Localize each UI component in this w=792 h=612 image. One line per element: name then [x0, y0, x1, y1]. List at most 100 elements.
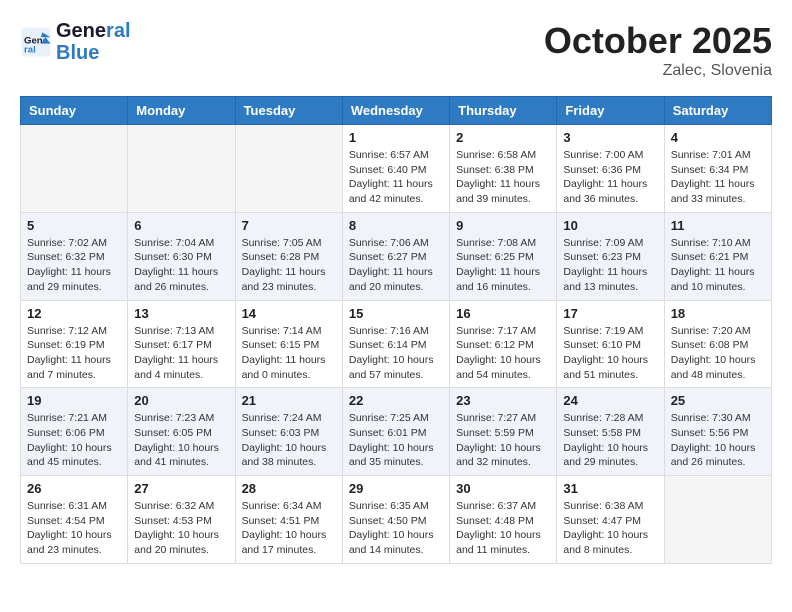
day-info: Sunrise: 7:24 AM Sunset: 6:03 PM Dayligh…: [242, 411, 336, 470]
day-info: Sunrise: 7:08 AM Sunset: 6:25 PM Dayligh…: [456, 236, 550, 295]
header: Gene ral General Blue October 2025 Zalec…: [20, 20, 772, 80]
day-number: 8: [349, 218, 443, 233]
day-number: 17: [563, 306, 657, 321]
calendar-header-sunday: Sunday: [21, 97, 128, 125]
day-number: 3: [563, 130, 657, 145]
day-number: 22: [349, 393, 443, 408]
day-info: Sunrise: 7:09 AM Sunset: 6:23 PM Dayligh…: [563, 236, 657, 295]
calendar-cell: 5 Sunrise: 7:02 AM Sunset: 6:32 PM Daylig…: [21, 212, 128, 300]
day-number: 10: [563, 218, 657, 233]
day-info: Sunrise: 7:23 AM Sunset: 6:05 PM Dayligh…: [134, 411, 228, 470]
day-info: Sunrise: 6:38 AM Sunset: 4:47 PM Dayligh…: [563, 499, 657, 558]
calendar-cell: 10 Sunrise: 7:09 AM Sunset: 6:23 PM Dayli…: [557, 212, 664, 300]
calendar-cell: 16Sunrise: 7:17 AM Sunset: 6:12 PM Dayli…: [450, 300, 557, 388]
title-block: October 2025 Zalec, Slovenia: [544, 20, 772, 80]
day-number: 5: [27, 218, 121, 233]
calendar-cell: 4 Sunrise: 7:01 AM Sunset: 6:34 PM Daylig…: [664, 125, 771, 213]
day-number: 29: [349, 481, 443, 496]
day-info: Sunrise: 7:19 AM Sunset: 6:10 PM Dayligh…: [563, 324, 657, 383]
day-number: 30: [456, 481, 550, 496]
logo-icon: Gene ral: [20, 26, 52, 58]
day-info: Sunrise: 7:21 AM Sunset: 6:06 PM Dayligh…: [27, 411, 121, 470]
day-info: Sunrise: 7:02 AM Sunset: 6:32 PM Dayligh…: [27, 236, 121, 295]
calendar-cell: 17 Sunrise: 7:19 AM Sunset: 6:10 PM Dayli…: [557, 300, 664, 388]
calendar-cell: 25Sunrise: 7:30 AM Sunset: 5:56 PM Dayli…: [664, 388, 771, 476]
calendar-cell: 7Sunrise: 7:05 AM Sunset: 6:28 PM Daylig…: [235, 212, 342, 300]
day-number: 27: [134, 481, 228, 496]
calendar-header-row: SundayMondayTuesdayWednesdayThursdayFrid…: [21, 97, 772, 125]
calendar-header-friday: Friday: [557, 97, 664, 125]
day-info: Sunrise: 7:28 AM Sunset: 5:58 PM Dayligh…: [563, 411, 657, 470]
day-number: 31: [563, 481, 657, 496]
calendar-cell: 19 Sunrise: 7:21 AM Sunset: 6:06 PM Dayli…: [21, 388, 128, 476]
calendar-cell: 29 Sunrise: 6:35 AM Sunset: 4:50 PM Dayli…: [342, 476, 449, 564]
calendar-cell: 24 Sunrise: 7:28 AM Sunset: 5:58 PM Dayli…: [557, 388, 664, 476]
day-info: Sunrise: 6:37 AM Sunset: 4:48 PM Dayligh…: [456, 499, 550, 558]
calendar-cell: 15Sunrise: 7:16 AM Sunset: 6:14 PM Dayli…: [342, 300, 449, 388]
calendar-cell: 28Sunrise: 6:34 AM Sunset: 4:51 PM Dayli…: [235, 476, 342, 564]
calendar-header-saturday: Saturday: [664, 97, 771, 125]
day-number: 24: [563, 393, 657, 408]
day-number: 15: [349, 306, 443, 321]
calendar-cell: 11Sunrise: 7:10 AM Sunset: 6:21 PM Dayli…: [664, 212, 771, 300]
day-info: Sunrise: 6:34 AM Sunset: 4:51 PM Dayligh…: [242, 499, 336, 558]
day-number: 21: [242, 393, 336, 408]
calendar-cell: 18Sunrise: 7:20 AM Sunset: 6:08 PM Dayli…: [664, 300, 771, 388]
calendar-cell: 31 Sunrise: 6:38 AM Sunset: 4:47 PM Dayli…: [557, 476, 664, 564]
calendar-cell: 1 Sunrise: 6:57 AM Sunset: 6:40 PM Daylig…: [342, 125, 449, 213]
calendar-cell: [128, 125, 235, 213]
day-info: Sunrise: 7:00 AM Sunset: 6:36 PM Dayligh…: [563, 148, 657, 207]
day-info: Sunrise: 6:32 AM Sunset: 4:53 PM Dayligh…: [134, 499, 228, 558]
day-info: Sunrise: 7:17 AM Sunset: 6:12 PM Dayligh…: [456, 324, 550, 383]
day-number: 6: [134, 218, 228, 233]
logo: Gene ral General Blue: [20, 20, 131, 64]
day-info: Sunrise: 6:31 AM Sunset: 4:54 PM Dayligh…: [27, 499, 121, 558]
calendar-cell: 30 Sunrise: 6:37 AM Sunset: 4:48 PM Dayli…: [450, 476, 557, 564]
day-number: 25: [671, 393, 765, 408]
day-number: 1: [349, 130, 443, 145]
calendar-cell: 20Sunrise: 7:23 AM Sunset: 6:05 PM Dayli…: [128, 388, 235, 476]
day-info: Sunrise: 7:01 AM Sunset: 6:34 PM Dayligh…: [671, 148, 765, 207]
calendar-cell: 26 Sunrise: 6:31 AM Sunset: 4:54 PM Dayli…: [21, 476, 128, 564]
calendar-cell: 3 Sunrise: 7:00 AM Sunset: 6:36 PM Daylig…: [557, 125, 664, 213]
calendar-cell: 9 Sunrise: 7:08 AM Sunset: 6:25 PM Daylig…: [450, 212, 557, 300]
day-number: 9: [456, 218, 550, 233]
day-info: Sunrise: 7:05 AM Sunset: 6:28 PM Dayligh…: [242, 236, 336, 295]
calendar-week-5: 26 Sunrise: 6:31 AM Sunset: 4:54 PM Dayli…: [21, 476, 772, 564]
calendar-cell: [21, 125, 128, 213]
calendar-cell: 13Sunrise: 7:13 AM Sunset: 6:17 PM Dayli…: [128, 300, 235, 388]
calendar-table: SundayMondayTuesdayWednesdayThursdayFrid…: [20, 96, 772, 564]
calendar-cell: 2Sunrise: 6:58 AM Sunset: 6:38 PM Daylig…: [450, 125, 557, 213]
day-info: Sunrise: 6:57 AM Sunset: 6:40 PM Dayligh…: [349, 148, 443, 207]
calendar-header-wednesday: Wednesday: [342, 97, 449, 125]
calendar-cell: 21 Sunrise: 7:24 AM Sunset: 6:03 PM Dayli…: [235, 388, 342, 476]
calendar-cell: 27 Sunrise: 6:32 AM Sunset: 4:53 PM Dayli…: [128, 476, 235, 564]
calendar-cell: 22 Sunrise: 7:25 AM Sunset: 6:01 PM Dayli…: [342, 388, 449, 476]
logo-text: General Blue: [56, 20, 131, 64]
day-info: Sunrise: 7:25 AM Sunset: 6:01 PM Dayligh…: [349, 411, 443, 470]
calendar-week-4: 19 Sunrise: 7:21 AM Sunset: 6:06 PM Dayli…: [21, 388, 772, 476]
calendar-cell: 12Sunrise: 7:12 AM Sunset: 6:19 PM Dayli…: [21, 300, 128, 388]
calendar-cell: 14 Sunrise: 7:14 AM Sunset: 6:15 PM Dayli…: [235, 300, 342, 388]
day-number: 4: [671, 130, 765, 145]
calendar-header-monday: Monday: [128, 97, 235, 125]
day-info: Sunrise: 7:13 AM Sunset: 6:17 PM Dayligh…: [134, 324, 228, 383]
day-number: 18: [671, 306, 765, 321]
day-number: 14: [242, 306, 336, 321]
calendar-header-tuesday: Tuesday: [235, 97, 342, 125]
day-number: 19: [27, 393, 121, 408]
calendar-cell: 23 Sunrise: 7:27 AM Sunset: 5:59 PM Dayli…: [450, 388, 557, 476]
day-info: Sunrise: 7:27 AM Sunset: 5:59 PM Dayligh…: [456, 411, 550, 470]
day-info: Sunrise: 7:14 AM Sunset: 6:15 PM Dayligh…: [242, 324, 336, 383]
calendar-cell: 8Sunrise: 7:06 AM Sunset: 6:27 PM Daylig…: [342, 212, 449, 300]
day-info: Sunrise: 6:35 AM Sunset: 4:50 PM Dayligh…: [349, 499, 443, 558]
calendar-week-3: 12Sunrise: 7:12 AM Sunset: 6:19 PM Dayli…: [21, 300, 772, 388]
calendar-cell: [235, 125, 342, 213]
calendar-week-1: 1 Sunrise: 6:57 AM Sunset: 6:40 PM Daylig…: [21, 125, 772, 213]
day-number: 26: [27, 481, 121, 496]
month-title: October 2025: [544, 20, 772, 62]
day-number: 23: [456, 393, 550, 408]
calendar-week-2: 5 Sunrise: 7:02 AM Sunset: 6:32 PM Daylig…: [21, 212, 772, 300]
page: Gene ral General Blue October 2025 Zalec…: [0, 0, 792, 584]
day-number: 11: [671, 218, 765, 233]
